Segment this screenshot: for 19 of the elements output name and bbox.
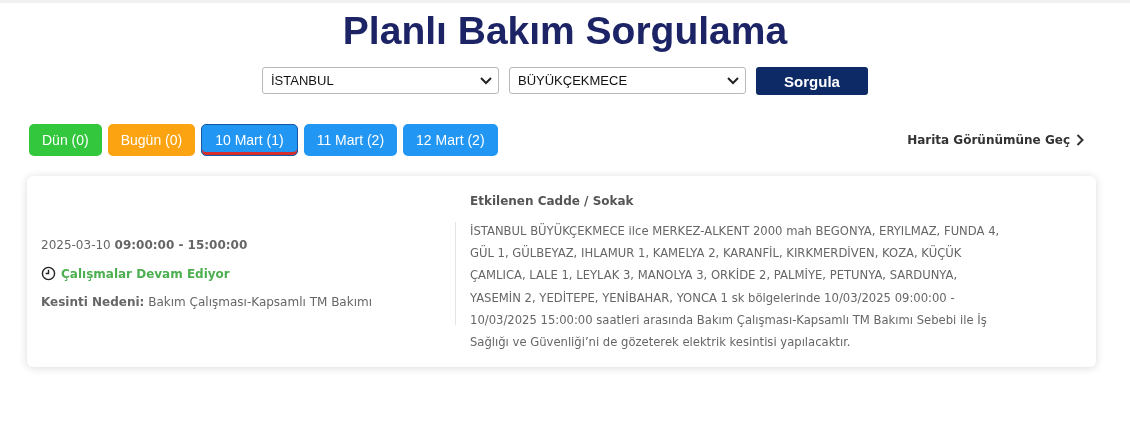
status-text: Çalışmalar Devam Ediyor [61, 266, 230, 281]
map-view-link[interactable]: Harita Görünümüne Geç [907, 133, 1084, 147]
chevron-down-icon [727, 76, 739, 85]
date-tab[interactable]: Bugün (0) [107, 124, 196, 156]
streets-text: İSTANBUL BÜYÜKÇEKMECE ilce MERKEZ-ALKENT 2000 mah BEGONYA, ERYILMAZ, FUNDA 4, GÜL 1, GÜLBEYAZ, IHLAMUR 1, KAMELYA 2, KARANFİL, KIRKMERDİVEN, KOZA, KÜÇÜK ÇAMLICA, LALE 1, LEYLAK 3, MANOLYA 3, ORKİDE 2, PALMİYE, PETUNYA, SARDUNYA, YASEMİN 2, YEDİTEPE, YENİBAHAR, YONCA 1 sk bölgelerinde 10/03/2025 09:00:00 - 10/03/2025 15:00:00 saatleri arasında Bakım Çalışması-Kapsamlı TM Bakımı Sebebi ile İş Sağlığı ve Güvenliği’ni de gözeterek elektrik kesintisi yapılacaktır. [470, 222, 1000, 351]
date-tab[interactable]: 12 Mart (2) [403, 124, 498, 156]
clock-icon [41, 266, 56, 281]
chevron-right-icon [1076, 134, 1084, 146]
query-button[interactable]: Sorgula [756, 67, 868, 95]
outage-time: 2025-03-10 09:00:00 - 15:00:00 [41, 238, 249, 252]
page-title: Planlı Bakım Sorgulama [342, 9, 788, 53]
chevron-down-icon [480, 76, 492, 85]
date-tab[interactable]: Dün (0) [29, 124, 102, 156]
district-select[interactable]: BÜYÜKÇEKMECE [509, 67, 746, 94]
streets-heading: Etkilenen Cadde / Sokak [470, 194, 635, 208]
date-tab[interactable]: 10 Mart (1) [201, 124, 298, 156]
outage-reason: Kesinti Nedeni: Bakım Çalışması-Kapsamlı TM Bakımı [41, 295, 374, 309]
date-tab[interactable]: 11 Mart (2) [303, 124, 398, 156]
province-select[interactable]: İSTANBUL [262, 67, 499, 94]
